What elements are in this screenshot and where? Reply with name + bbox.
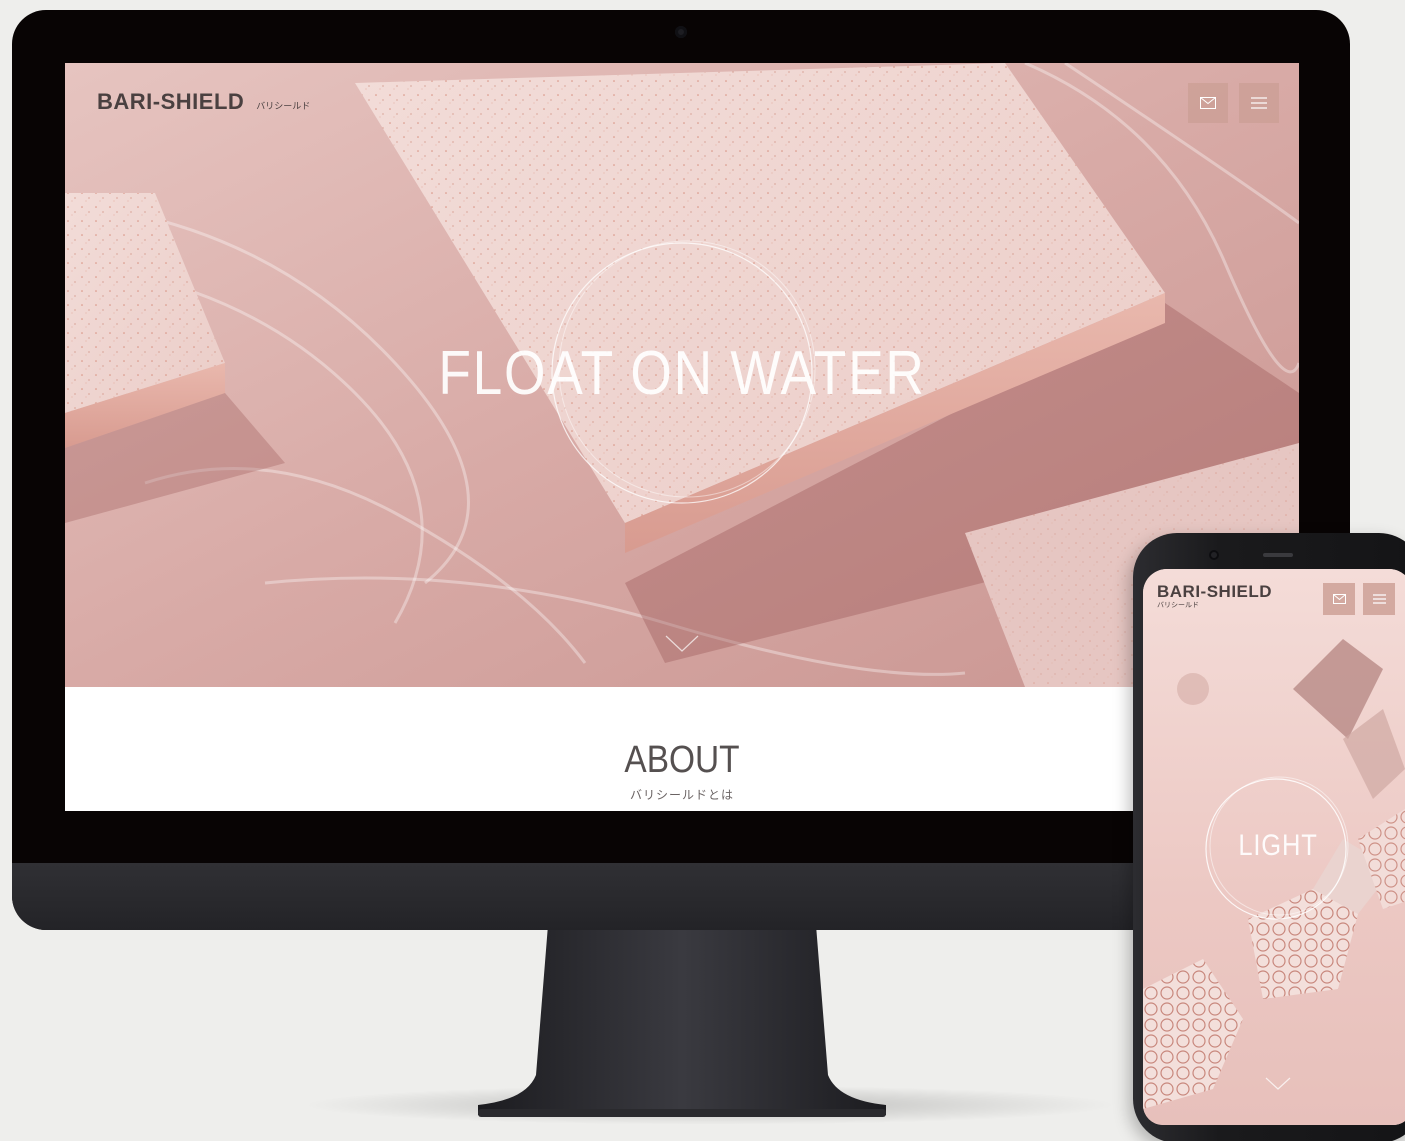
mobile-screen: BARI-SHIELD バリシールド LIGHT — [1143, 569, 1405, 1125]
desktop-hero-title: FLOAT ON WATER — [438, 339, 926, 408]
chevron-down-icon[interactable] — [665, 635, 699, 653]
mobile-logo[interactable]: BARI-SHIELD バリシールド — [1157, 583, 1272, 610]
desktop-hero: BARI-SHIELD バリシールド FLOAT ON WATER — [65, 63, 1299, 687]
mobile-hero-title: LIGHT — [1238, 829, 1318, 862]
hamburger-menu-icon — [1372, 594, 1386, 604]
mobile-mail-button[interactable] — [1323, 583, 1355, 615]
device-mockup-scene: BARI-SHIELD バリシールド FLOAT ON WATER ABOUT … — [0, 0, 1405, 1141]
mail-icon — [1200, 97, 1216, 109]
phone-speaker — [1263, 553, 1293, 557]
logo-katakana: バリシールド — [1157, 601, 1199, 609]
desktop-mail-button[interactable] — [1188, 83, 1228, 123]
phone-device: BARI-SHIELD バリシールド LIGHT — [1133, 533, 1405, 1141]
mobile-menu-button[interactable] — [1363, 583, 1395, 615]
desktop-screen: BARI-SHIELD バリシールド FLOAT ON WATER ABOUT … — [65, 63, 1299, 811]
desktop-menu-button[interactable] — [1239, 83, 1279, 123]
about-subheading: バリシールドとは — [629, 788, 734, 802]
mail-icon — [1332, 594, 1346, 604]
desktop-logo[interactable]: BARI-SHIELD バリシールド — [97, 89, 310, 115]
webcam-icon — [675, 26, 687, 38]
logo-wordmark: BARI-SHIELD — [1157, 582, 1273, 601]
imac-stand — [478, 925, 886, 1117]
logo-wordmark: BARI-SHIELD — [97, 89, 245, 114]
hamburger-menu-icon — [1251, 97, 1267, 109]
logo-katakana: バリシールド — [256, 102, 311, 112]
about-heading: ABOUT — [624, 739, 740, 781]
about-section: ABOUT バリシールドとは — [65, 687, 1299, 811]
front-camera-icon — [1209, 550, 1219, 560]
chevron-down-icon[interactable] — [1265, 1077, 1291, 1091]
